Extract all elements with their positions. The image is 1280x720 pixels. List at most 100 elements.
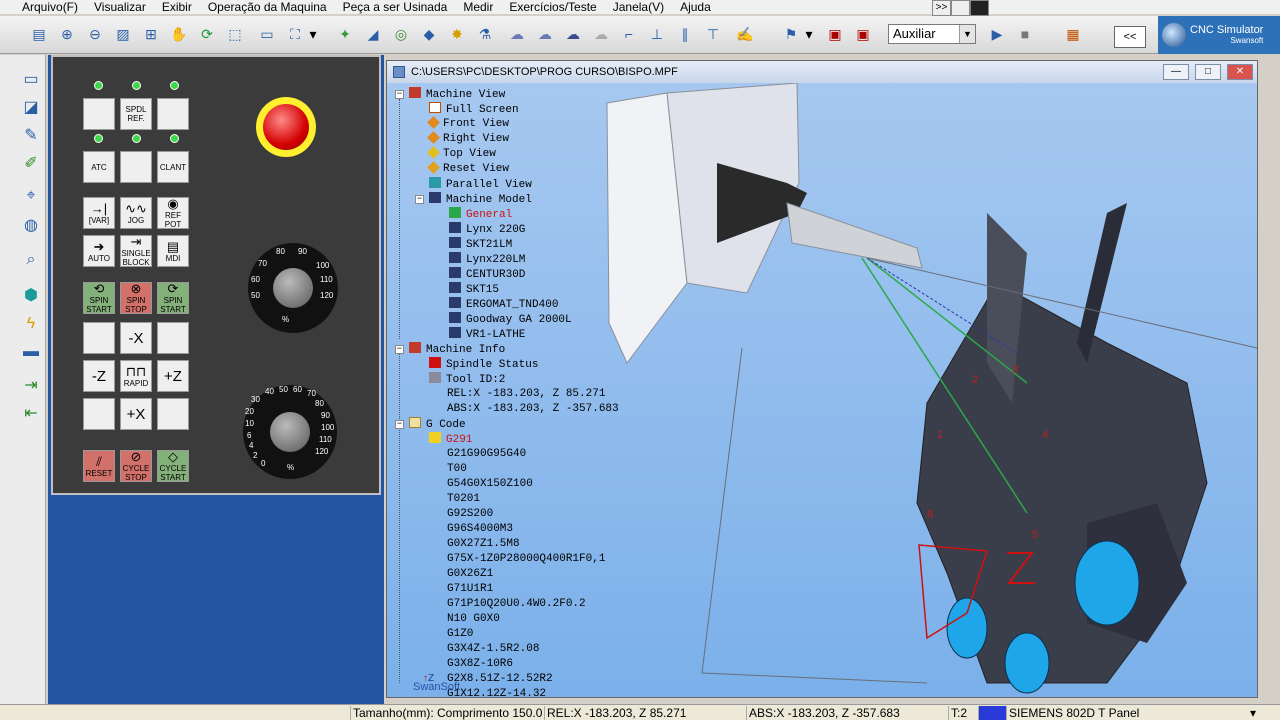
menu-exercicios[interactable]: Exercícios/Teste (501, 0, 604, 14)
fixture-icon[interactable]: ⊥ (646, 23, 668, 45)
eraser-icon[interactable]: ◪ (20, 97, 42, 119)
collapse-toggle[interactable]: − (395, 420, 404, 429)
gcode-line[interactable]: G0X26Z1 (447, 567, 493, 581)
blank-button[interactable] (83, 322, 115, 354)
gcode-line[interactable]: G3X8Z-10R6 (447, 657, 513, 671)
play-icon[interactable]: ▶ (986, 23, 1008, 45)
ref-pot-button[interactable]: ◉ REF POT (157, 197, 189, 229)
gcode-line[interactable]: G71P10Q20U0.4W0.2F0.2 (447, 597, 586, 611)
minus-z-button[interactable]: -Z (83, 360, 115, 392)
tree-right-view[interactable]: Right View (427, 131, 509, 146)
pan-icon[interactable]: ✋ (168, 23, 190, 45)
flag-icon[interactable]: ⚑ (780, 23, 802, 45)
feed-override-knob[interactable]: 40 50 60 70 80 90 30 20 100 10 110 6 4 2… (243, 385, 337, 479)
blank-button[interactable] (83, 98, 115, 130)
menu-operacao-maquina[interactable]: Operação da Maquina (200, 0, 335, 14)
jog-button[interactable]: ∿∿ JOG (120, 197, 152, 229)
plus-z-button[interactable]: +Z (157, 360, 189, 392)
flag-dropdown-icon[interactable]: ▾ (802, 23, 816, 45)
rectangle-icon[interactable]: ▭ (256, 23, 278, 45)
gcode-line-current[interactable]: G291 (429, 432, 472, 446)
3d-viewport[interactable]: 8 5 1 2 3 4 − Machine View Full Screen F… (387, 83, 1257, 697)
zoom-out-icon[interactable]: ⊖ (84, 23, 106, 45)
mini-dark-button[interactable] (970, 0, 989, 16)
remove-fixture-icon[interactable]: ▣ (852, 23, 874, 45)
gcode-line[interactable]: G96S4000M3 (447, 522, 513, 536)
cycle-stop-button[interactable]: ⊘ CYCLE STOP (120, 450, 152, 482)
workpiece-icon[interactable]: ✦ (334, 23, 356, 45)
menu-visualizar[interactable]: Visualizar (86, 0, 154, 14)
tree-model-general[interactable]: General (449, 207, 512, 221)
save-icon[interactable]: ▤ (28, 23, 50, 45)
lightning-icon[interactable]: ϟ (20, 313, 42, 335)
gcode-line[interactable]: G1Z0 (447, 627, 473, 641)
spin-start-ccw-button[interactable]: ⟲ SPIN START (83, 282, 115, 314)
tree-model-item[interactable]: SKT15 (449, 282, 499, 296)
tree-model-item[interactable]: SKT21LM (449, 237, 512, 251)
collapse-button[interactable]: << (1114, 26, 1146, 48)
pencil-icon[interactable]: ✐ (20, 153, 42, 175)
tree-model-item[interactable]: ERGOMAT_TND400 (449, 297, 558, 311)
expand-button[interactable]: >> (932, 0, 951, 16)
magnify-icon[interactable]: ⌕ (20, 249, 42, 271)
stop-icon[interactable]: ■ (1014, 23, 1036, 45)
screen-icon[interactable]: ▬ (20, 341, 42, 363)
gcode-line[interactable]: G0X27Z1.5M8 (447, 537, 520, 551)
measure-icon[interactable]: ◎ (390, 23, 412, 45)
close-button[interactable]: ✕ (1227, 64, 1253, 80)
tree-full-screen[interactable]: Full Screen (429, 102, 519, 116)
cloud-3-icon[interactable]: ☁ (562, 23, 584, 45)
menu-exibir[interactable]: Exibir (154, 0, 200, 14)
coolant-button[interactable]: CLANT (157, 151, 189, 183)
gcode-line[interactable]: G92S200 (447, 507, 493, 521)
shape-icon[interactable]: ⬢ (20, 285, 42, 307)
tree-parallel-view[interactable]: Parallel View (429, 177, 532, 191)
mdi-button[interactable]: ▤ MDI (157, 235, 189, 267)
select-box-icon[interactable]: ⬚ (224, 23, 246, 45)
auxiliar-select[interactable]: Auxiliar ▼ (888, 24, 976, 44)
tree-spindle-status[interactable]: Spindle Status (429, 357, 538, 371)
minimize-button[interactable]: — (1163, 64, 1189, 80)
collapse-toggle[interactable]: − (395, 345, 404, 354)
tree-model-item[interactable]: CENTUR30D (449, 267, 525, 281)
rotate-icon[interactable]: ⟳ (196, 23, 218, 45)
blank-button[interactable] (157, 98, 189, 130)
fixture-red-icon[interactable]: ▣ (824, 23, 846, 45)
gcode-line[interactable]: G71U1R1 (447, 582, 493, 596)
atc-button[interactable]: ATC (83, 151, 115, 183)
gcode-line[interactable]: G21G90G95G40 (447, 447, 526, 461)
cloud-1-icon[interactable]: ☁ (506, 23, 528, 45)
spin-start-cw-button[interactable]: ⟳ SPIN START (157, 282, 189, 314)
mini-restore-button[interactable] (951, 0, 970, 16)
spindle-ref-button[interactable]: SPDL REF. (120, 98, 152, 130)
glove-icon[interactable]: ✍ (734, 23, 756, 45)
blank-button[interactable] (83, 398, 115, 430)
blank-button[interactable] (157, 398, 189, 430)
gcode-line[interactable]: T0201 (447, 492, 480, 506)
minus-x-button[interactable]: -X (120, 322, 152, 354)
menu-janela[interactable]: Janela(V) (605, 0, 672, 14)
tree-front-view[interactable]: Front View (427, 116, 509, 131)
tree-model-item[interactable]: Lynx220LM (449, 252, 525, 266)
star-icon[interactable]: ✸ (446, 23, 468, 45)
blank-button[interactable] (120, 151, 152, 183)
menu-peca-usinada[interactable]: Peça a ser Usinada (335, 0, 456, 14)
gcode-line[interactable]: G2X8.51Z-12.52R2 (447, 672, 553, 686)
zoom-in-icon[interactable]: ⊕ (56, 23, 78, 45)
tree-reset-view[interactable]: Reset View (427, 161, 509, 176)
maximize-button[interactable]: □ (1195, 64, 1221, 80)
import-icon[interactable]: ⇥ (20, 375, 42, 397)
menu-medir[interactable]: Medir (455, 0, 501, 14)
gcode-line[interactable]: G3X4Z-1.5R2.08 (447, 642, 539, 656)
brush-icon[interactable]: ✎ (20, 125, 42, 147)
window-icon[interactable]: ▭ (20, 69, 42, 91)
gcode-line[interactable]: G54G0X150Z100 (447, 477, 533, 491)
cloud-4-icon[interactable]: ☁ (590, 23, 612, 45)
gcode-line[interactable]: N10 G0X0 (447, 612, 500, 626)
coolant-icon[interactable]: ⚗ (474, 23, 496, 45)
tree-machine-model[interactable]: Machine Model (429, 192, 532, 206)
zoom-fit-icon[interactable]: ⊞ (140, 23, 162, 45)
blank-button[interactable] (157, 322, 189, 354)
tree-model-item[interactable]: Lynx 220G (449, 222, 525, 236)
view-dropdown-icon[interactable]: ▾ (306, 23, 320, 45)
